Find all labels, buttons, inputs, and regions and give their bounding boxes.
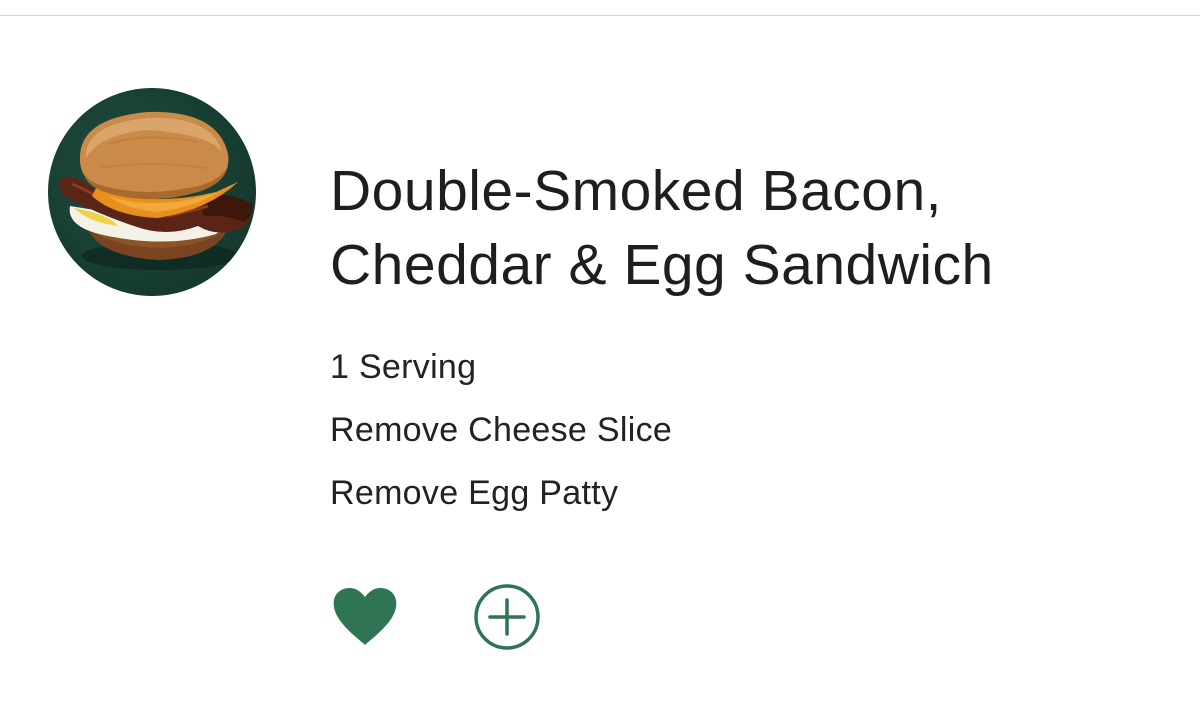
top-divider [0, 15, 1200, 16]
product-title: Double-Smoked Bacon, Cheddar & Egg Sandw… [330, 154, 1150, 302]
favorite-button[interactable] [330, 585, 400, 649]
modifier-list: 1 Serving Remove Cheese Slice Remove Egg… [330, 336, 672, 525]
modifier-remove-egg: Remove Egg Patty [330, 474, 619, 512]
plus-circle-icon [474, 584, 540, 650]
sandwich-image [48, 88, 256, 296]
product-detail-card: Double-Smoked Bacon, Cheddar & Egg Sandw… [0, 0, 1200, 718]
sandwich-illustration [59, 111, 253, 270]
modifier-remove-cheese: Remove Cheese Slice [330, 411, 673, 449]
product-title-line-1: Double-Smoked Bacon, [330, 159, 943, 223]
product-title-line-2: Cheddar & Egg Sandwich [330, 233, 994, 297]
add-to-order-button[interactable] [472, 583, 542, 653]
heart-icon [333, 588, 397, 645]
modifier-serving: 1 Serving [330, 348, 477, 386]
